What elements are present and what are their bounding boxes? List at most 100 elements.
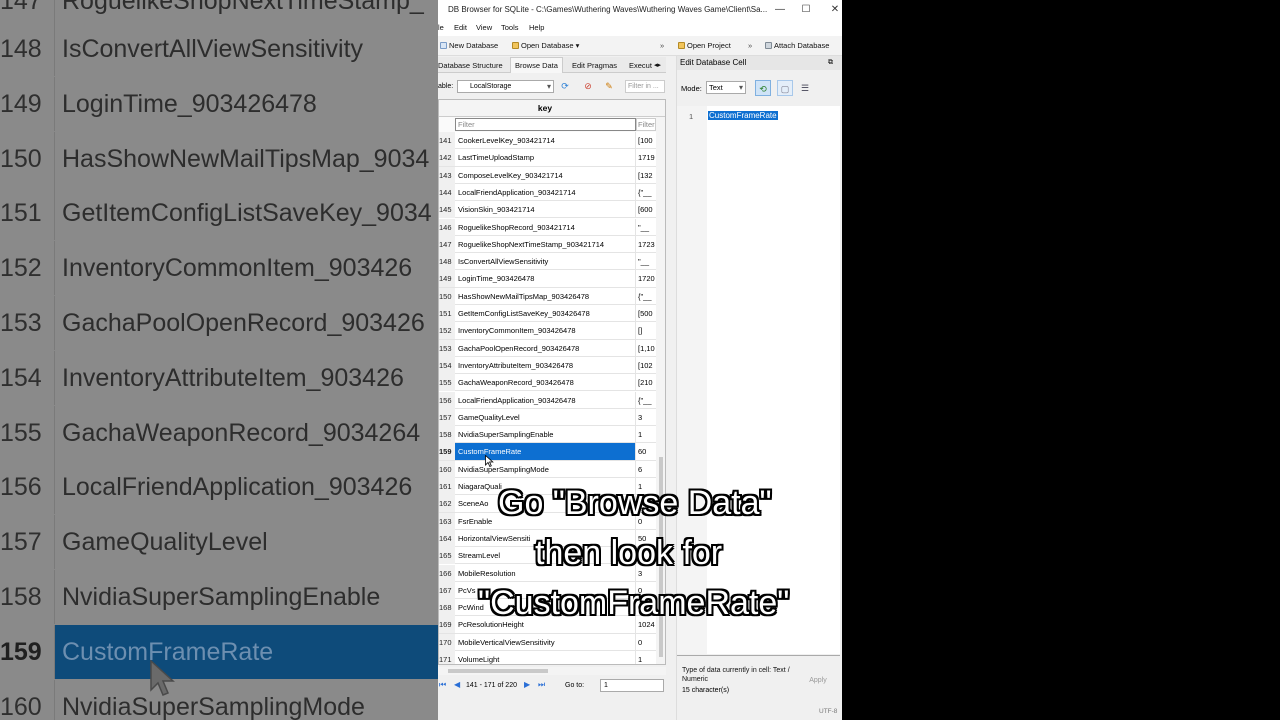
cell-text[interactable]: CustomFrameRate (708, 111, 778, 120)
key-cell[interactable]: MobileVerticalViewSensitivity (455, 633, 636, 651)
tab-execute-sql[interactable]: Execut (629, 61, 652, 70)
tab-scroll-arrows-icon[interactable]: ◂▸ (654, 61, 661, 69)
value-cell[interactable]: 1723 (636, 236, 656, 253)
table-row[interactable]: 150 HasShowNewMailTipsMap_903426478 {"__ (439, 287, 665, 305)
value-cell[interactable]: 3 (636, 409, 656, 426)
value-cell[interactable]: [100 (636, 132, 656, 149)
key-cell[interactable]: NvidiaSuperSamplingEnable (455, 426, 636, 444)
value-cell[interactable]: 1719 (636, 149, 656, 166)
value-cell[interactable]: 0 (636, 634, 656, 651)
value-cell[interactable]: {"__ (636, 392, 656, 409)
table-row[interactable]: 158 NvidiaSuperSamplingEnable 1 (439, 426, 665, 444)
menu-view[interactable]: View (476, 23, 492, 32)
vertical-scrollbar[interactable] (656, 117, 665, 664)
table-row[interactable]: 147 RoguelikeShopNextTimeStamp_903421714 1… (439, 235, 665, 254)
key-cell[interactable]: CustomFrameRate (455, 443, 636, 461)
table-row[interactable]: 151 GetItemConfigListSaveKey_903426478 [50… (439, 305, 665, 323)
attach-database-button[interactable]: Attach Database (765, 41, 829, 50)
hscroll-thumb[interactable] (448, 669, 548, 673)
key-cell[interactable]: VolumeLight (455, 651, 636, 664)
key-cell[interactable]: VisionSkin_903421714 (455, 201, 636, 219)
table-row[interactable]: 145 VisionSkin_903421714 [600 (439, 201, 665, 219)
value-cell[interactable]: [] (636, 322, 656, 339)
key-cell[interactable]: GameQualityLevel (455, 408, 636, 426)
value-cell[interactable]: 1 (636, 651, 656, 664)
value-cell[interactable]: 1 (636, 426, 656, 443)
table-row[interactable]: 171 VolumeLight 1 (439, 651, 665, 664)
maximize-button[interactable]: ☐ (799, 3, 813, 16)
key-cell[interactable]: ComposeLevelKey_903421714 (455, 166, 636, 184)
table-row[interactable]: 144 LocalFriendApplication_903421714 {"__ (439, 183, 665, 202)
next-page-icon[interactable]: ▶ (524, 680, 530, 689)
value-cell[interactable]: 6 (636, 461, 656, 478)
refresh-icon[interactable]: ⟳ (560, 81, 570, 91)
value-cell[interactable]: 60 (636, 443, 656, 460)
open-database-button[interactable]: Open Database ▾ (512, 41, 579, 50)
undock-icon[interactable]: ⧉ (828, 56, 833, 70)
word-wrap-icon[interactable]: ▢ (777, 80, 793, 96)
toolbar-overflow-icon[interactable]: » (660, 41, 664, 50)
table-row[interactable]: 149 LoginTime_903426478 1720 (439, 270, 665, 288)
key-cell[interactable]: HasShowNewMailTipsMap_903426478 (455, 287, 636, 305)
value-cell[interactable]: [500 (636, 305, 656, 322)
menu-edit[interactable]: Edit (454, 23, 467, 32)
value-cell[interactable]: 1720 (636, 270, 656, 287)
minimize-button[interactable]: — (773, 3, 787, 16)
menu-file[interactable]: le (438, 23, 444, 32)
table-row[interactable]: 156 LocalFriendApplication_903426478 {"__ (439, 391, 665, 409)
mode-select[interactable]: Text (706, 81, 746, 94)
key-cell[interactable]: IsConvertAllViewSensitivity (455, 253, 636, 271)
table-row[interactable]: 148 IsConvertAllViewSensitivity "__ (439, 253, 665, 271)
close-button[interactable]: ✕ (828, 3, 842, 16)
key-cell[interactable]: RoguelikeShopNextTimeStamp_903421714 (455, 235, 636, 253)
table-row[interactable]: 157 GameQualityLevel 3 (439, 408, 665, 427)
last-page-icon[interactable]: ⏭ (538, 680, 545, 690)
tab-browse-data[interactable]: Browse Data (510, 57, 563, 73)
key-cell[interactable]: InventoryCommonItem_903426478 (455, 322, 636, 340)
key-cell[interactable]: GachaWeaponRecord_903426478 (455, 374, 636, 392)
horizontal-scrollbar[interactable] (438, 667, 666, 675)
key-cell[interactable]: GachaPoolOpenRecord_903426478 (455, 339, 636, 357)
first-page-icon[interactable]: ⏮ (439, 680, 446, 690)
toolbar-overflow-icon-2[interactable]: » (748, 41, 752, 50)
table-row[interactable]: 143 ComposeLevelKey_903421714 [132 (439, 166, 665, 184)
global-filter-input[interactable]: Filter in ... (625, 80, 665, 93)
value-cell[interactable]: {"__ (636, 288, 656, 305)
table-row[interactable]: 159 CustomFrameRate 60 (439, 443, 665, 461)
auto-switch-icon[interactable]: ⟲ (755, 80, 771, 96)
tab-edit-pragmas[interactable]: Edit Pragmas (572, 61, 617, 70)
menu-tools[interactable]: Tools (501, 23, 519, 32)
value-cell[interactable]: [210 (636, 374, 656, 391)
table-row[interactable]: 141 CookerLevelKey_903421714 [100 (439, 132, 665, 150)
value-cell[interactable]: "__ (636, 219, 656, 236)
key-cell[interactable]: LocalFriendApplication_903426478 (455, 391, 636, 409)
indent-icon[interactable]: ☰ (797, 80, 813, 96)
apply-button[interactable]: Apply (797, 674, 839, 687)
save-filter-icon[interactable]: ✎ (604, 81, 614, 91)
table-row[interactable]: 142 LastTimeUploadStamp 1719 (439, 149, 665, 167)
table-row[interactable]: 170 MobileVerticalViewSensitivity 0 (439, 633, 665, 651)
table-row[interactable]: 152 InventoryCommonItem_903426478[] (439, 322, 665, 340)
value-cell[interactable]: [1,10 (636, 340, 656, 357)
menu-help[interactable]: Help (529, 23, 544, 32)
table-row[interactable]: 155 GachaWeaponRecord_903426478 [210 (439, 374, 665, 392)
table-row[interactable]: 146 RoguelikeShopRecord_903421714 "__ (439, 218, 665, 236)
key-cell[interactable]: NvidiaSuperSamplingMode (455, 460, 636, 478)
key-cell[interactable]: InventoryAttributeItem_903426478 (455, 356, 636, 374)
goto-input[interactable]: 1 (600, 679, 664, 692)
key-cell[interactable]: LastTimeUploadStamp (455, 149, 636, 167)
key-filter-input[interactable]: Filter (455, 118, 636, 131)
value-filter-input[interactable]: Filter (636, 118, 656, 131)
new-database-button[interactable]: New Database (440, 41, 498, 50)
value-cell[interactable]: [600 (636, 201, 656, 218)
value-cell[interactable]: [132 (636, 167, 656, 184)
pane-splitter[interactable] (677, 655, 840, 656)
key-cell[interactable]: RoguelikeShopRecord_903421714 (455, 218, 636, 236)
tab-database-structure[interactable]: Database Structure (438, 61, 503, 70)
key-cell[interactable]: GetItemConfigListSaveKey_903426478 (455, 305, 636, 322)
table-row[interactable]: 154 InventoryAttributeItem_903426478 [102 (439, 356, 665, 375)
key-cell[interactable]: LocalFriendApplication_903421714 (455, 183, 636, 201)
table-select[interactable]: LocalStorage (457, 80, 554, 93)
value-cell[interactable]: [102 (636, 357, 656, 374)
key-cell[interactable]: LoginTime_903426478 (455, 270, 636, 288)
